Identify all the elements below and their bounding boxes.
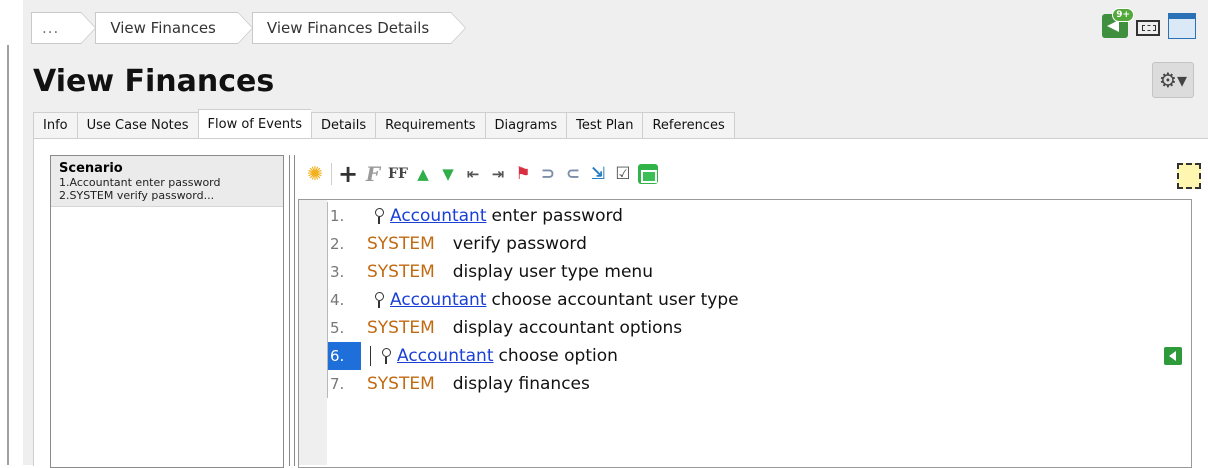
step-text: choose option bbox=[498, 346, 618, 366]
step-text: display user type menu bbox=[452, 262, 653, 282]
flow-step[interactable]: 3. SYSTEM display user type menu bbox=[328, 258, 1190, 286]
toolbar-separator bbox=[331, 163, 332, 185]
tab-references[interactable]: References bbox=[642, 112, 735, 140]
scenario-line: 2.SYSTEM verify password... bbox=[59, 189, 215, 202]
tab-requirements[interactable]: Requirements bbox=[375, 112, 485, 140]
breadcrumb: ... View Finances View Finances Details bbox=[31, 12, 467, 44]
flow-step[interactable]: 7. SYSTEM display finances bbox=[328, 370, 1190, 398]
scenario-title: Scenario bbox=[59, 161, 123, 176]
scenario-list[interactable]: Scenario 1.Accountant enter password 2.S… bbox=[50, 155, 284, 468]
tab-flow-of-events[interactable]: Flow of Events bbox=[197, 109, 312, 140]
flow-gutter bbox=[299, 200, 327, 465]
move-up-icon[interactable]: ▲ bbox=[412, 163, 434, 185]
format-italic-icon[interactable]: F bbox=[362, 162, 384, 186]
scenario-item[interactable]: Scenario 1.Accountant enter password 2.S… bbox=[51, 156, 283, 207]
flow-step[interactable]: 4. Accountant choose accountant user typ… bbox=[328, 286, 1190, 314]
checklist-icon[interactable]: ☑ bbox=[612, 163, 634, 185]
step-text: enter password bbox=[491, 206, 623, 226]
flow-toolbar: ✺ + F FF ▲ ▼ ⇤ ⇥ ⚑ ⊃ ⊂ ⇲ ☑ bbox=[304, 160, 659, 188]
settings-button[interactable]: ⚙▾ bbox=[1152, 62, 1194, 98]
tab-bar: Info Use Case Notes Flow of Events Detai… bbox=[33, 109, 735, 140]
step-text: choose accountant user type bbox=[491, 290, 739, 310]
tab-test-plan[interactable]: Test Plan bbox=[566, 112, 643, 140]
system-label: SYSTEM bbox=[367, 374, 435, 394]
step-text: display accountant options bbox=[452, 318, 683, 338]
add-icon[interactable]: + bbox=[337, 160, 359, 188]
flow-step[interactable]: 1. Accountant enter password bbox=[328, 202, 1190, 230]
tab-info[interactable]: Info bbox=[33, 112, 77, 140]
actor-link[interactable]: Accountant bbox=[397, 342, 494, 370]
tab-use-case-notes[interactable]: Use Case Notes bbox=[76, 112, 198, 140]
step-number: 1. bbox=[330, 207, 345, 225]
step-text: display finances bbox=[452, 374, 590, 394]
outdent-icon[interactable]: ⇤ bbox=[462, 163, 484, 185]
top-right-icons: 9+ bbox=[1102, 8, 1196, 39]
actor-icon bbox=[379, 347, 393, 365]
step-text: verify password bbox=[452, 234, 587, 254]
notification-badge: 9+ bbox=[1112, 8, 1134, 22]
step-number-selected: 6. bbox=[328, 342, 361, 370]
flag-icon[interactable]: ⚑ bbox=[512, 163, 534, 185]
step-number: 7. bbox=[330, 375, 345, 393]
actor-link[interactable]: Accountant bbox=[390, 286, 487, 314]
step-number: 3. bbox=[330, 263, 345, 281]
insert-link-icon[interactable]: ⇲ bbox=[587, 163, 609, 185]
flow-step-selected[interactable]: 6. Accountant choose option bbox=[328, 342, 1190, 370]
megaphone-icon[interactable]: 9+ bbox=[1102, 8, 1134, 38]
indent-icon[interactable]: ⇥ bbox=[487, 163, 509, 185]
loop-back-icon[interactable]: ⊃ bbox=[537, 163, 559, 185]
page-title: View Finances bbox=[33, 64, 275, 99]
text-cursor bbox=[370, 346, 371, 366]
system-label: SYSTEM bbox=[367, 234, 435, 254]
breadcrumb-item-details[interactable]: View Finances Details bbox=[251, 12, 467, 44]
loop-forward-icon[interactable]: ⊂ bbox=[562, 163, 584, 185]
flow-step[interactable]: 5. SYSTEM display accountant options bbox=[328, 314, 1190, 342]
breadcrumb-item-view-finances[interactable]: View Finances bbox=[95, 12, 253, 44]
step-number: 4. bbox=[330, 291, 345, 309]
tab-panel: Scenario 1.Accountant enter password 2.S… bbox=[33, 138, 1208, 468]
home-icon-button[interactable] bbox=[637, 163, 659, 185]
step-number: 2. bbox=[330, 235, 345, 253]
actor-icon bbox=[372, 291, 386, 309]
step-number: 5. bbox=[330, 319, 345, 337]
scenario-line: 1.Accountant enter password bbox=[59, 176, 221, 189]
edit-frame-icon[interactable] bbox=[1177, 163, 1201, 189]
actor-icon bbox=[372, 207, 386, 225]
tab-details[interactable]: Details bbox=[311, 112, 376, 140]
format-font-icon[interactable]: FF bbox=[387, 163, 409, 185]
new-step-icon[interactable]: ✺ bbox=[304, 163, 326, 185]
collapse-arrow-icon[interactable] bbox=[1164, 347, 1182, 365]
breadcrumb-item-more[interactable]: ... bbox=[31, 12, 97, 44]
pane-splitter[interactable] bbox=[289, 155, 295, 466]
flow-editor[interactable]: 1. Accountant enter password 2. SYSTEM v… bbox=[298, 199, 1192, 468]
flow-step[interactable]: 2. SYSTEM verify password bbox=[328, 230, 1190, 258]
flow-steps: 1. Accountant enter password 2. SYSTEM v… bbox=[327, 202, 1190, 398]
move-down-icon[interactable]: ▼ bbox=[437, 163, 459, 185]
main-canvas: ... View Finances View Finances Details … bbox=[23, 0, 1208, 468]
gear-icon: ⚙▾ bbox=[1159, 68, 1187, 92]
actor-link[interactable]: Accountant bbox=[390, 202, 487, 230]
tab-diagrams[interactable]: Diagrams bbox=[484, 112, 567, 140]
system-label: SYSTEM bbox=[367, 318, 435, 338]
left-edge-divider bbox=[7, 45, 9, 465]
system-label: SYSTEM bbox=[367, 262, 435, 282]
home-icon bbox=[638, 164, 658, 184]
window-icon[interactable] bbox=[1168, 13, 1196, 39]
fit-screen-icon[interactable] bbox=[1136, 20, 1160, 36]
